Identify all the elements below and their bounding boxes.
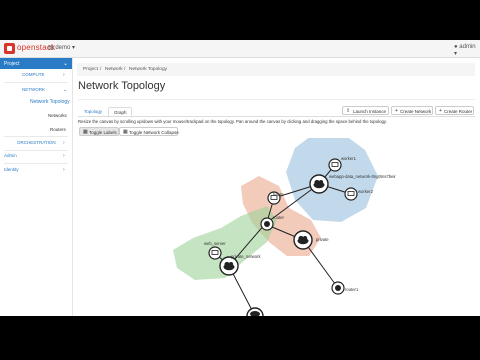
project-dropdown[interactable]: ▤ demo ▾ — [48, 44, 75, 51]
sidebar-item-identity[interactable]: Identity — [4, 167, 19, 172]
blue-group-hull — [286, 138, 378, 222]
node-label: private — [316, 237, 329, 242]
sidebar: Project ⌄ COMPUTE › NETWORK ⌄ Network To… — [0, 58, 73, 316]
create-router-label: Create Router — [444, 108, 473, 114]
openstack-logo-icon[interactable] — [4, 43, 15, 54]
chevron-right-icon: › — [63, 153, 65, 159]
user-label: admin — [459, 44, 476, 50]
toggle-labels-label: Toggle Labels — [89, 129, 117, 135]
tab-divider — [78, 116, 475, 117]
plus-icon: + — [395, 108, 398, 114]
chevron-down-icon: ▾ — [454, 51, 458, 57]
create-network-label: Create Network — [400, 108, 432, 114]
breadcrumb: Project / Network / Network Topology — [77, 63, 475, 76]
chevron-right-icon: › — [63, 167, 65, 173]
topology-graph-canvas[interactable]: worker1 webapp-data_network-0ng0ms7beir … — [73, 138, 480, 316]
chevron-right-icon: › — [63, 72, 65, 78]
sidebar-item-network[interactable]: NETWORK — [22, 87, 45, 92]
sidebar-item-compute[interactable]: COMPUTE — [22, 72, 45, 77]
node-label: private_network — [231, 254, 261, 259]
chevron-down-icon: ⌄ — [63, 61, 69, 67]
create-router-button[interactable]: + Create Router — [435, 106, 474, 115]
breadcrumb-current: Network Topology — [129, 67, 168, 72]
node-label: web_server — [204, 241, 226, 246]
user-icon: ● — [454, 44, 458, 50]
chevron-down-icon: ▾ — [72, 45, 76, 51]
tab-graph-label: Graph — [114, 110, 127, 115]
page-title: Network Topology — [78, 80, 166, 92]
project-icon: ▤ — [48, 45, 54, 51]
node-router1[interactable]: router1 — [331, 281, 359, 295]
sidebar-divider — [4, 150, 68, 151]
launch-instance-button[interactable]: ⇪ Launch Instance — [342, 106, 389, 115]
tab-topology[interactable]: Topology — [78, 107, 106, 116]
node-network-partial[interactable] — [246, 307, 264, 316]
canvas-hint-text: Resize the canvas by scrolling up/down w… — [78, 119, 387, 124]
user-dropdown[interactable]: ● admin ▾ — [454, 44, 480, 57]
cloud-upload-icon: ⇪ — [346, 108, 351, 114]
project-label: demo — [55, 45, 71, 51]
plus-icon: + — [439, 108, 442, 114]
sidebar-item-orchestration[interactable]: ORCHESTRATION — [17, 140, 56, 145]
sidebar-item-network-topology[interactable]: Network Topology — [30, 99, 70, 105]
sidebar-project-label: Project — [4, 61, 20, 67]
chevron-right-icon: › — [63, 140, 65, 146]
node-label: heoto — [273, 192, 284, 197]
sidebar-divider — [4, 136, 68, 137]
browser-frame: openstack ▤ demo ▾ ● admin ▾ Project ⌄ C… — [0, 40, 480, 316]
sidebar-item-routers[interactable]: Routers — [50, 127, 66, 132]
breadcrumb-project[interactable]: Project — [83, 67, 98, 72]
launch-instance-label: Launch Instance — [353, 108, 387, 114]
title-divider — [78, 99, 475, 100]
tab-topology-label: Topology — [84, 109, 103, 114]
node-label: router1 — [345, 287, 359, 292]
toggle-labels-button[interactable]: ▦ Toggle Labels — [79, 127, 119, 136]
breadcrumb-network[interactable]: Network — [105, 67, 123, 72]
node-label: worker2 — [358, 189, 374, 194]
toggle-collapse-label: Toggle Network Collapse — [129, 129, 179, 135]
sidebar-project-header[interactable]: Project ⌄ — [0, 58, 72, 69]
breadcrumb-separator: / — [100, 67, 102, 72]
collapse-icon: ▦ — [123, 129, 128, 135]
labels-icon: ▦ — [83, 129, 88, 135]
sidebar-item-networks[interactable]: Networks — [48, 113, 67, 118]
sidebar-divider — [4, 163, 68, 164]
node-label: worker1 — [341, 156, 357, 161]
node-label: router — [273, 215, 285, 220]
sidebar-item-admin[interactable]: Admin — [4, 153, 17, 158]
node-private-network[interactable]: private_network — [219, 254, 261, 276]
node-label: webapp-data_network-0ng0ms7beir — [329, 174, 396, 179]
main-content: Project / Network / Network Topology Net… — [73, 58, 480, 316]
sidebar-divider — [4, 82, 68, 83]
chevron-down-icon: ⌄ — [63, 87, 68, 93]
breadcrumb-separator: / — [124, 67, 126, 72]
top-navbar: openstack ▤ demo ▾ ● admin ▾ — [0, 40, 480, 58]
toggle-network-collapse-button[interactable]: ▦ Toggle Network Collapse — [119, 127, 179, 136]
create-network-button[interactable]: + Create Network — [391, 106, 433, 115]
